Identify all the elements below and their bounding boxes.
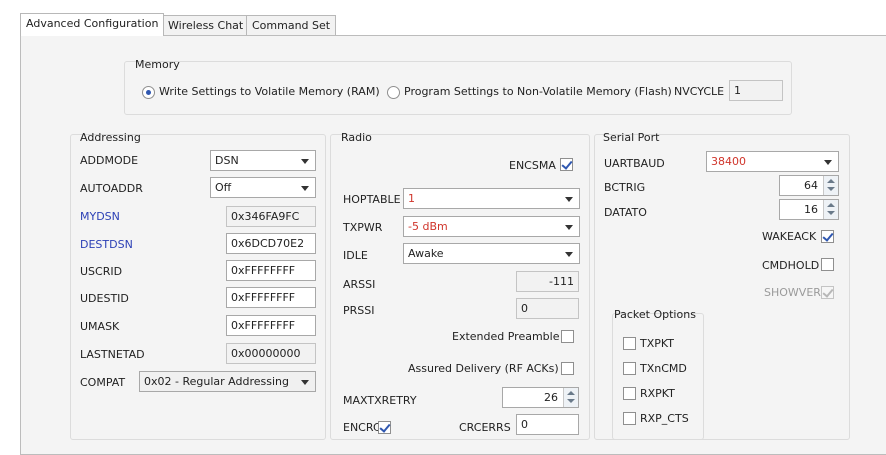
assured-delivery-label: Assured Delivery (RF ACKs) bbox=[408, 362, 559, 375]
rxpkt-label: RXPKT bbox=[640, 387, 675, 400]
chevron-down-icon bbox=[565, 197, 573, 202]
autoaddr-select[interactable]: Off bbox=[210, 177, 316, 198]
wakeack-checkbox[interactable] bbox=[821, 230, 834, 243]
idle-select[interactable]: Awake bbox=[403, 243, 580, 264]
compat-label: COMPAT bbox=[80, 376, 126, 389]
encsma-label: ENCSMA bbox=[509, 159, 556, 172]
nvcycle-label: NVCYCLE bbox=[674, 85, 725, 98]
tab-wireless-chat[interactable]: Wireless Chat bbox=[162, 15, 250, 35]
addressing-group-title: Addressing bbox=[80, 131, 141, 144]
chevron-down-icon bbox=[824, 160, 832, 165]
hoptable-label: HOPTABLE bbox=[343, 193, 401, 206]
addmode-select[interactable]: DSN bbox=[210, 150, 316, 171]
extended-preamble-checkbox[interactable] bbox=[561, 330, 574, 343]
addmode-value: DSN bbox=[215, 154, 239, 167]
arssi-label: ARSSI bbox=[343, 278, 376, 291]
txncmd-checkbox[interactable] bbox=[623, 362, 636, 375]
datato-label: DATATO bbox=[604, 206, 647, 219]
crcerrs-field[interactable]: 0 bbox=[516, 414, 579, 435]
txpkt-checkbox[interactable] bbox=[623, 337, 636, 350]
encsma-checkbox[interactable] bbox=[560, 158, 573, 171]
chevron-down-icon bbox=[301, 186, 309, 191]
tab-command-set[interactable]: Command Set bbox=[246, 15, 337, 35]
assured-delivery-checkbox[interactable] bbox=[561, 362, 574, 375]
txpkt-label: TXPKT bbox=[640, 337, 674, 350]
uartbaud-value: 38400 bbox=[711, 155, 746, 168]
spinner-arrows-icon[interactable] bbox=[823, 176, 838, 195]
showver-checkbox bbox=[821, 286, 834, 299]
udestid-label: UDESTID bbox=[80, 292, 129, 305]
prssi-field: 0 bbox=[516, 298, 579, 319]
prssi-label: PRSSI bbox=[343, 304, 375, 317]
hoptable-select[interactable]: 1 bbox=[403, 188, 580, 209]
datato-spinner[interactable]: 16 bbox=[779, 199, 839, 220]
maxtxretry-value: 26 bbox=[544, 391, 558, 404]
mydsn-label: MYDSN bbox=[80, 210, 120, 223]
showver-label: SHOWVER bbox=[764, 286, 821, 299]
maxtxretry-spinner[interactable]: 26 bbox=[502, 387, 579, 408]
lastnetad-field: 0x00000000 bbox=[226, 343, 316, 364]
rxp-cts-label: RXP_CTS bbox=[640, 412, 689, 425]
destdsn-label: DESTDSN bbox=[80, 238, 133, 251]
addmode-label: ADDMODE bbox=[80, 154, 139, 167]
chevron-down-icon bbox=[301, 380, 309, 385]
rxpkt-checkbox[interactable] bbox=[623, 387, 636, 400]
flash-memory-radio[interactable] bbox=[387, 86, 400, 99]
maxtxretry-label: MAXTXRETRY bbox=[343, 394, 417, 407]
uscrid-label: USCRID bbox=[80, 265, 123, 278]
autoaddr-value: Off bbox=[215, 181, 232, 194]
udestid-field[interactable]: 0xFFFFFFFF bbox=[226, 287, 316, 308]
packet-options-title: Packet Options bbox=[614, 308, 696, 321]
cmdhold-label: CMDHOLD bbox=[762, 259, 820, 272]
chevron-down-icon bbox=[565, 252, 573, 257]
volatile-memory-radio[interactable] bbox=[142, 86, 155, 99]
umask-label: UMASK bbox=[80, 320, 120, 333]
datato-value: 16 bbox=[804, 203, 818, 216]
arssi-field: -111 bbox=[516, 271, 579, 292]
txpwr-select[interactable]: -5 dBm bbox=[403, 216, 580, 237]
crcerrs-label: CRCERRS bbox=[459, 421, 511, 434]
bctrig-spinner[interactable]: 64 bbox=[779, 175, 839, 196]
tab-advanced-configuration[interactable]: Advanced Configuration bbox=[20, 13, 165, 36]
cmdhold-checkbox[interactable] bbox=[821, 258, 834, 271]
nvcycle-field: 1 bbox=[729, 80, 783, 101]
hoptable-value: 1 bbox=[408, 192, 415, 205]
memory-group-title: Memory bbox=[135, 58, 180, 71]
lastnetad-label: LASTNETAD bbox=[80, 348, 145, 361]
encrc-checkbox[interactable] bbox=[378, 421, 391, 434]
extended-preamble-label: Extended Preamble bbox=[452, 330, 560, 343]
idle-label: IDLE bbox=[343, 249, 368, 262]
autoaddr-label: AUTOADDR bbox=[80, 182, 143, 195]
bctrig-label: BCTRIG bbox=[604, 181, 646, 194]
bctrig-value: 64 bbox=[804, 179, 818, 192]
chevron-down-icon bbox=[565, 225, 573, 230]
spinner-arrows-icon[interactable] bbox=[823, 200, 838, 219]
txpwr-value: -5 dBm bbox=[408, 220, 448, 233]
txpwr-label: TXPWR bbox=[343, 221, 383, 234]
serial-port-group-title: Serial Port bbox=[603, 131, 660, 144]
spinner-arrows-icon[interactable] bbox=[563, 388, 578, 407]
rxp-cts-checkbox[interactable] bbox=[623, 412, 636, 425]
txncmd-label: TXnCMD bbox=[640, 362, 687, 375]
idle-value: Awake bbox=[408, 247, 444, 260]
wakeack-label: WAKEACK bbox=[762, 230, 817, 243]
uartbaud-label: UARTBAUD bbox=[604, 157, 665, 170]
compat-value: 0x02 - Regular Addressing bbox=[144, 375, 289, 388]
chevron-down-icon bbox=[301, 159, 309, 164]
mydsn-field: 0x346FA9FC bbox=[226, 206, 316, 227]
umask-field[interactable]: 0xFFFFFFFF bbox=[226, 315, 316, 336]
destdsn-field[interactable]: 0x6DCD70E2 bbox=[226, 233, 316, 254]
uscrid-field[interactable]: 0xFFFFFFFF bbox=[226, 260, 316, 281]
compat-select[interactable]: 0x02 - Regular Addressing bbox=[139, 371, 316, 392]
radio-group-title: Radio bbox=[341, 131, 372, 144]
volatile-memory-label: Write Settings to Volatile Memory (RAM) bbox=[159, 85, 380, 98]
uartbaud-select[interactable]: 38400 bbox=[706, 151, 839, 172]
flash-memory-label: Program Settings to Non-Volatile Memory … bbox=[404, 85, 672, 98]
encrc-label: ENCRC bbox=[343, 421, 381, 434]
